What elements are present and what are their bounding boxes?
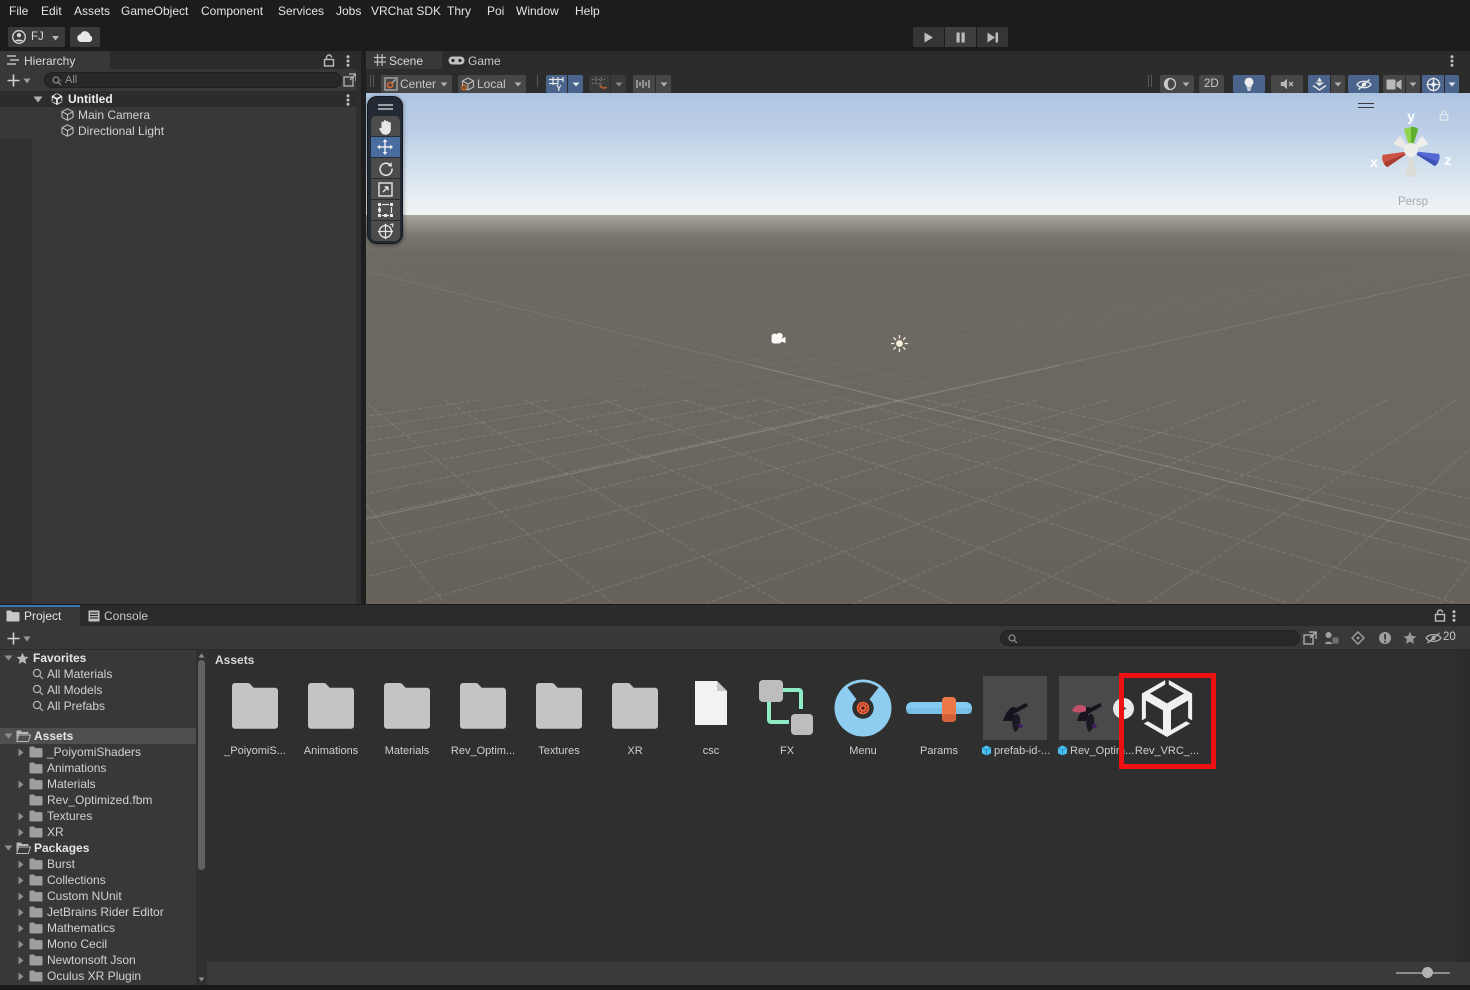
svg-text:y: y [1407, 108, 1415, 124]
svg-text:Y: Y [556, 83, 562, 91]
svg-text:x: x [1370, 154, 1378, 170]
svg-text:z: z [1445, 152, 1452, 168]
svg-text:Persp: Persp [1398, 196, 1428, 207]
